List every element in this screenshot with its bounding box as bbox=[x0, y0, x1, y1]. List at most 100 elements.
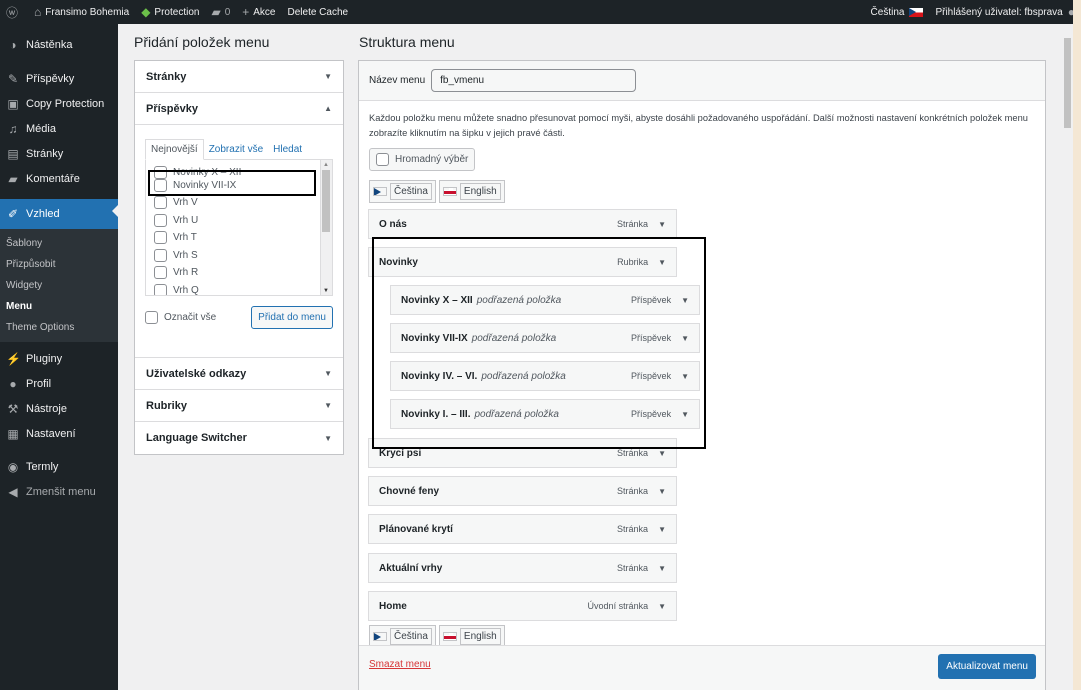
menu-item[interactable]: Home Úvodní stránka ▼ bbox=[368, 591, 677, 621]
czech-flag-icon bbox=[373, 187, 387, 196]
menu-item[interactable]: Novinky VII-IX podřazená položka Příspěvek… bbox=[390, 323, 700, 353]
tab-view-all[interactable]: Zobrazit vše bbox=[204, 140, 268, 159]
menu-item[interactable]: Novinky Rubrika ▼ bbox=[368, 247, 677, 277]
sidebar-item-appearance[interactable]: ✐ Vzhled bbox=[0, 199, 118, 229]
chevron-down-icon[interactable]: ▼ bbox=[681, 334, 689, 343]
checkbox[interactable] bbox=[154, 166, 167, 180]
menu-item[interactable]: Krycí psi Stránka ▼ bbox=[368, 438, 677, 468]
menu-item[interactable]: Novinky X – XII podřazená položka Příspěve… bbox=[390, 285, 700, 315]
submenu-item-widgets[interactable]: Widgety bbox=[0, 275, 118, 296]
sidebar-item-termly[interactable]: ◉ Termly bbox=[0, 454, 118, 479]
wordpress-icon: ⓦ bbox=[6, 5, 19, 20]
checkbox[interactable] bbox=[145, 311, 158, 324]
menu-item[interactable]: Chovné feny Stránka ▼ bbox=[368, 476, 677, 506]
page-scrollbar-thumb[interactable] bbox=[1064, 38, 1071, 128]
sidebar-item-label: Termly bbox=[26, 460, 59, 473]
accordion-language-switcher[interactable]: Language Switcher ▼ bbox=[135, 422, 343, 454]
checkbox[interactable] bbox=[154, 178, 167, 192]
submenu-item-theme-options[interactable]: Theme Options bbox=[0, 317, 118, 338]
menu-item[interactable]: Novinky IV. – VI. podřazená položka Příspě… bbox=[390, 361, 700, 391]
accordion-custom-links[interactable]: Uživatelské odkazy ▼ bbox=[135, 358, 343, 390]
sidebar-item-tools[interactable]: ⚒ Nástroje bbox=[0, 396, 118, 421]
chevron-down-icon[interactable]: ▼ bbox=[658, 525, 666, 534]
list-item[interactable]: Vrh V bbox=[146, 194, 332, 212]
comment-icon: ▰ bbox=[8, 171, 18, 186]
checkbox[interactable] bbox=[154, 231, 167, 245]
list-item[interactable]: Vrh S bbox=[146, 247, 332, 265]
comments-link[interactable]: ▰ 0 bbox=[205, 0, 236, 24]
checkbox[interactable] bbox=[154, 196, 167, 210]
sidebar-item-media[interactable]: ♫ Média bbox=[0, 116, 118, 141]
chevron-down-icon[interactable]: ▼ bbox=[658, 487, 666, 496]
checkbox[interactable] bbox=[376, 153, 389, 166]
user-account-link[interactable]: Přihlášený uživatel: fbsprava ● bbox=[929, 0, 1081, 24]
chevron-down-icon[interactable]: ▼ bbox=[658, 220, 666, 229]
submenu-item-customize[interactable]: Přizpůsobit bbox=[0, 254, 118, 275]
list-item[interactable]: Vrh T bbox=[146, 229, 332, 247]
sidebar-item-posts[interactable]: ✎ Příspěvky bbox=[0, 66, 118, 91]
list-item[interactable]: Vrh U bbox=[146, 212, 332, 230]
list-item-label: Vrh U bbox=[173, 214, 199, 226]
language-link[interactable]: Čeština bbox=[865, 0, 930, 24]
chevron-down-icon[interactable]: ▼ bbox=[658, 602, 666, 611]
add-to-menu-button[interactable]: Přidat do menu bbox=[251, 306, 333, 329]
scrollbar-thumb[interactable] bbox=[322, 170, 330, 232]
media-icon: ♫ bbox=[8, 121, 18, 136]
list-item[interactable]: Vrh R bbox=[146, 264, 332, 282]
menu-item-type: Stránka bbox=[617, 486, 649, 496]
checkbox[interactable] bbox=[154, 213, 167, 227]
submenu-item-menu[interactable]: Menu bbox=[0, 296, 118, 317]
scroll-up-icon[interactable]: ▲ bbox=[323, 162, 329, 168]
sidebar-collapse-button[interactable]: ◀ Zmenšit menu bbox=[0, 479, 118, 504]
sidebar-item-label: Zmenšit menu bbox=[26, 485, 96, 498]
lang-tab-english[interactable]: English bbox=[438, 180, 505, 203]
sidebar-item-copy-protection[interactable]: ▣ Copy Protection bbox=[0, 91, 118, 116]
menu-item-type: Stránka bbox=[617, 524, 649, 534]
admin-bar: ⓦ ⌂ Fransimo Bohemia ◆ Protection ▰ 0 + Akce… bbox=[0, 0, 1081, 24]
accordion-categories[interactable]: Rubriky ▼ bbox=[135, 390, 343, 422]
list-item[interactable]: Vrh Q bbox=[146, 282, 332, 295]
accordion-pages[interactable]: Stránky ▼ bbox=[135, 61, 343, 93]
pages-icon: ▤ bbox=[7, 146, 19, 161]
chevron-down-icon[interactable]: ▼ bbox=[681, 372, 689, 381]
tab-latest[interactable]: Nejnovější bbox=[145, 139, 204, 160]
scroll-down-icon[interactable]: ▼ bbox=[323, 288, 329, 294]
menu-item[interactable]: O nás Stránka ▼ bbox=[368, 209, 677, 239]
site-name-link[interactable]: ⌂ Fransimo Bohemia bbox=[28, 0, 135, 24]
checkbox[interactable] bbox=[154, 283, 167, 295]
delete-cache-link[interactable]: Delete Cache bbox=[282, 0, 355, 24]
delete-menu-link[interactable]: Smazat menu bbox=[369, 659, 431, 670]
save-menu-button[interactable]: Aktualizovat menu bbox=[938, 654, 1036, 679]
page-scrollbar[interactable] bbox=[1061, 24, 1073, 690]
wp-logo-button[interactable]: ⓦ bbox=[0, 0, 28, 24]
lang-tab-czech[interactable]: Čeština bbox=[369, 180, 436, 203]
sidebar-item-dashboard[interactable]: ◑ Nástěnka bbox=[0, 32, 118, 57]
sidebar-item-pages[interactable]: ▤ Stránky bbox=[0, 141, 118, 166]
new-content-link[interactable]: + Akce bbox=[236, 0, 281, 24]
chevron-down-icon[interactable]: ▼ bbox=[681, 410, 689, 419]
menu-item-title: O nás bbox=[379, 218, 407, 230]
protection-link[interactable]: ◆ Protection bbox=[135, 0, 205, 24]
sidebar-item-profile[interactable]: ● Profil bbox=[0, 371, 118, 396]
tab-search[interactable]: Hledat bbox=[268, 140, 307, 159]
chevron-down-icon[interactable]: ▼ bbox=[658, 258, 666, 267]
menu-item[interactable]: Plánované krytí Stránka ▼ bbox=[368, 514, 677, 544]
sidebar-item-comments[interactable]: ▰ Komentáře bbox=[0, 166, 118, 191]
sidebar-item-settings[interactable]: ▦ Nastavení bbox=[0, 421, 118, 446]
submenu-item-themes[interactable]: Šablony bbox=[0, 233, 118, 254]
chevron-down-icon[interactable]: ▼ bbox=[681, 296, 689, 305]
lang-label: Čeština bbox=[390, 183, 432, 200]
chevron-down-icon[interactable]: ▼ bbox=[658, 449, 666, 458]
list-scrollbar[interactable]: ▲ ▼ bbox=[320, 160, 332, 295]
list-item[interactable]: Novinky VII-IX bbox=[146, 177, 332, 195]
checkbox[interactable] bbox=[154, 266, 167, 280]
select-all-checkbox[interactable]: Označit vše bbox=[145, 311, 216, 324]
menu-item[interactable]: Aktuální vrhy Stránka ▼ bbox=[368, 553, 677, 583]
menu-item[interactable]: Novinky I. – III. podřazená položka Příspě… bbox=[390, 399, 700, 429]
chevron-down-icon[interactable]: ▼ bbox=[658, 564, 666, 573]
bulk-select-button[interactable]: Hromadný výběr bbox=[369, 148, 476, 171]
checkbox[interactable] bbox=[154, 248, 167, 262]
sidebar-item-plugins[interactable]: ⚡ Pluginy bbox=[0, 346, 118, 371]
menu-name-input[interactable]: fb_vmenu bbox=[431, 69, 637, 92]
accordion-posts[interactable]: Příspěvky ▲ bbox=[135, 93, 343, 125]
